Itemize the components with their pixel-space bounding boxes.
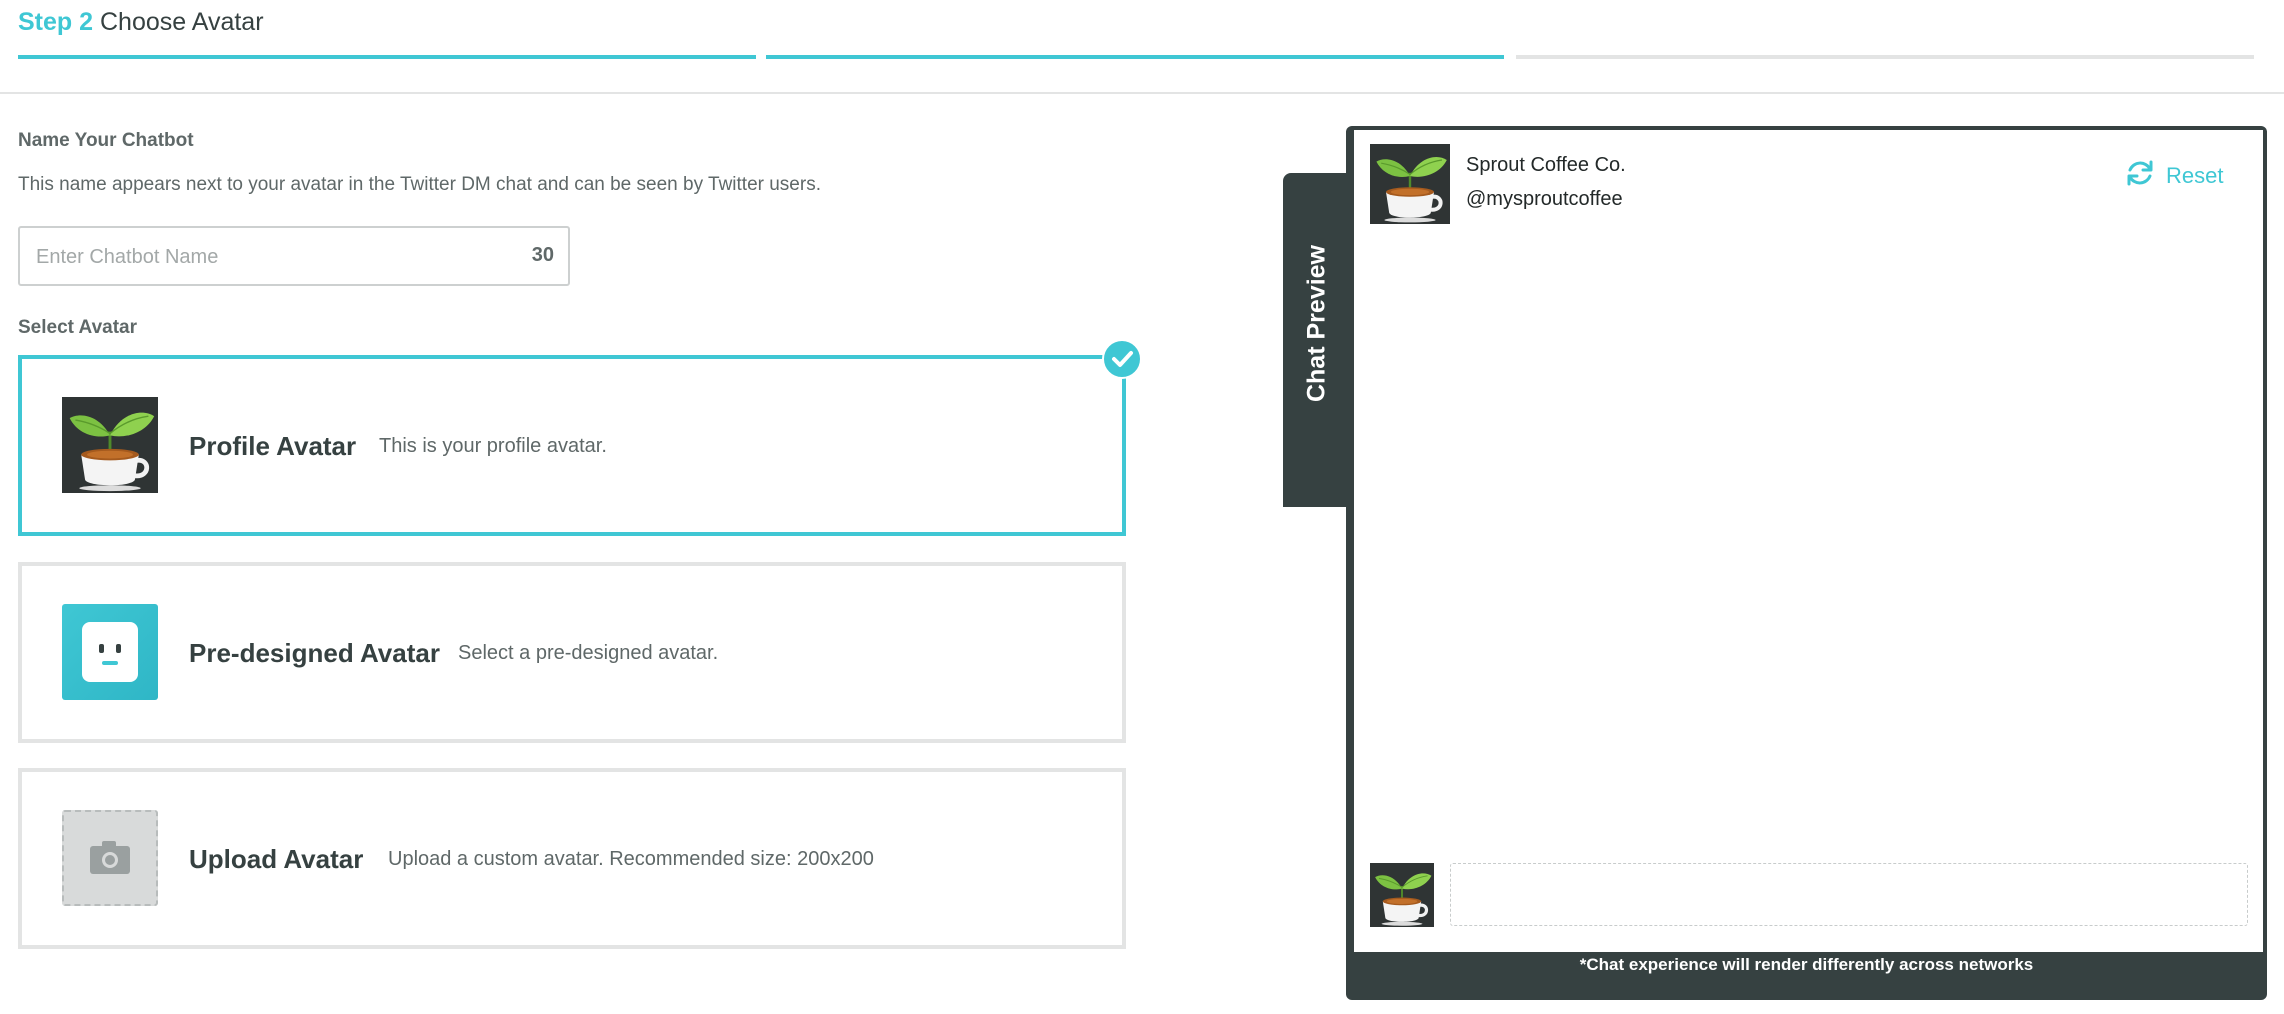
chatbot-name-label: Name Your Chatbot xyxy=(18,130,194,151)
select-avatar-label: Select Avatar xyxy=(18,317,137,338)
reset-button[interactable]: Reset xyxy=(2124,158,2223,194)
predesigned-avatar-option[interactable]: Pre-designed Avatar Select a pre-designe… xyxy=(18,562,1126,743)
camera-icon xyxy=(62,810,158,906)
chat-message-avatar xyxy=(1370,863,1434,927)
reset-label: Reset xyxy=(2166,163,2224,188)
chat-account-handle: @mysproutcoffee xyxy=(1466,188,1623,210)
chatbot-name-help: This name appears next to your avatar in… xyxy=(18,174,821,195)
step-number: Step 2 xyxy=(18,8,94,36)
page-title: Step 2 Choose Avatar xyxy=(18,8,264,37)
header-divider xyxy=(0,92,2284,94)
refresh-icon xyxy=(2124,157,2156,195)
step-name: Choose Avatar xyxy=(99,8,264,36)
chat-account-name: Sprout Coffee Co. xyxy=(1466,154,1626,176)
chatbot-name-input[interactable] xyxy=(34,228,478,286)
chat-message-placeholder xyxy=(1450,863,2248,926)
progress-segment-1 xyxy=(18,55,756,59)
profile-avatar-title: Profile Avatar xyxy=(189,431,357,461)
upload-avatar-description: Upload a custom avatar. Recommended size… xyxy=(388,848,874,870)
preview-footer-note: *Chat experience will render differently… xyxy=(1579,955,2034,974)
upload-avatar-title: Upload Avatar xyxy=(189,844,364,874)
predesigned-avatar-title: Pre-designed Avatar xyxy=(189,638,440,668)
chat-preview-label: Chat Preview xyxy=(1302,245,1331,403)
predesigned-avatar-description: Select a pre-designed avatar. xyxy=(458,642,719,664)
profile-avatar-description: This is your profile avatar. xyxy=(379,435,607,457)
upload-avatar-option[interactable]: Upload Avatar Upload a custom avatar. Re… xyxy=(18,768,1126,949)
chat-preview-body xyxy=(1354,130,2263,952)
progress-segment-2 xyxy=(766,55,1504,59)
char-counter: 30 xyxy=(531,244,554,266)
profile-avatar-image xyxy=(62,397,158,493)
chatbot-name-field[interactable]: 30 xyxy=(18,226,570,286)
progress-segment-3 xyxy=(1516,55,2254,59)
selected-check-icon xyxy=(1102,339,1142,379)
chat-account-avatar xyxy=(1370,144,1450,224)
robot-avatar-icon xyxy=(62,604,158,700)
profile-avatar-option[interactable]: Profile Avatar This is your profile avat… xyxy=(18,355,1126,536)
